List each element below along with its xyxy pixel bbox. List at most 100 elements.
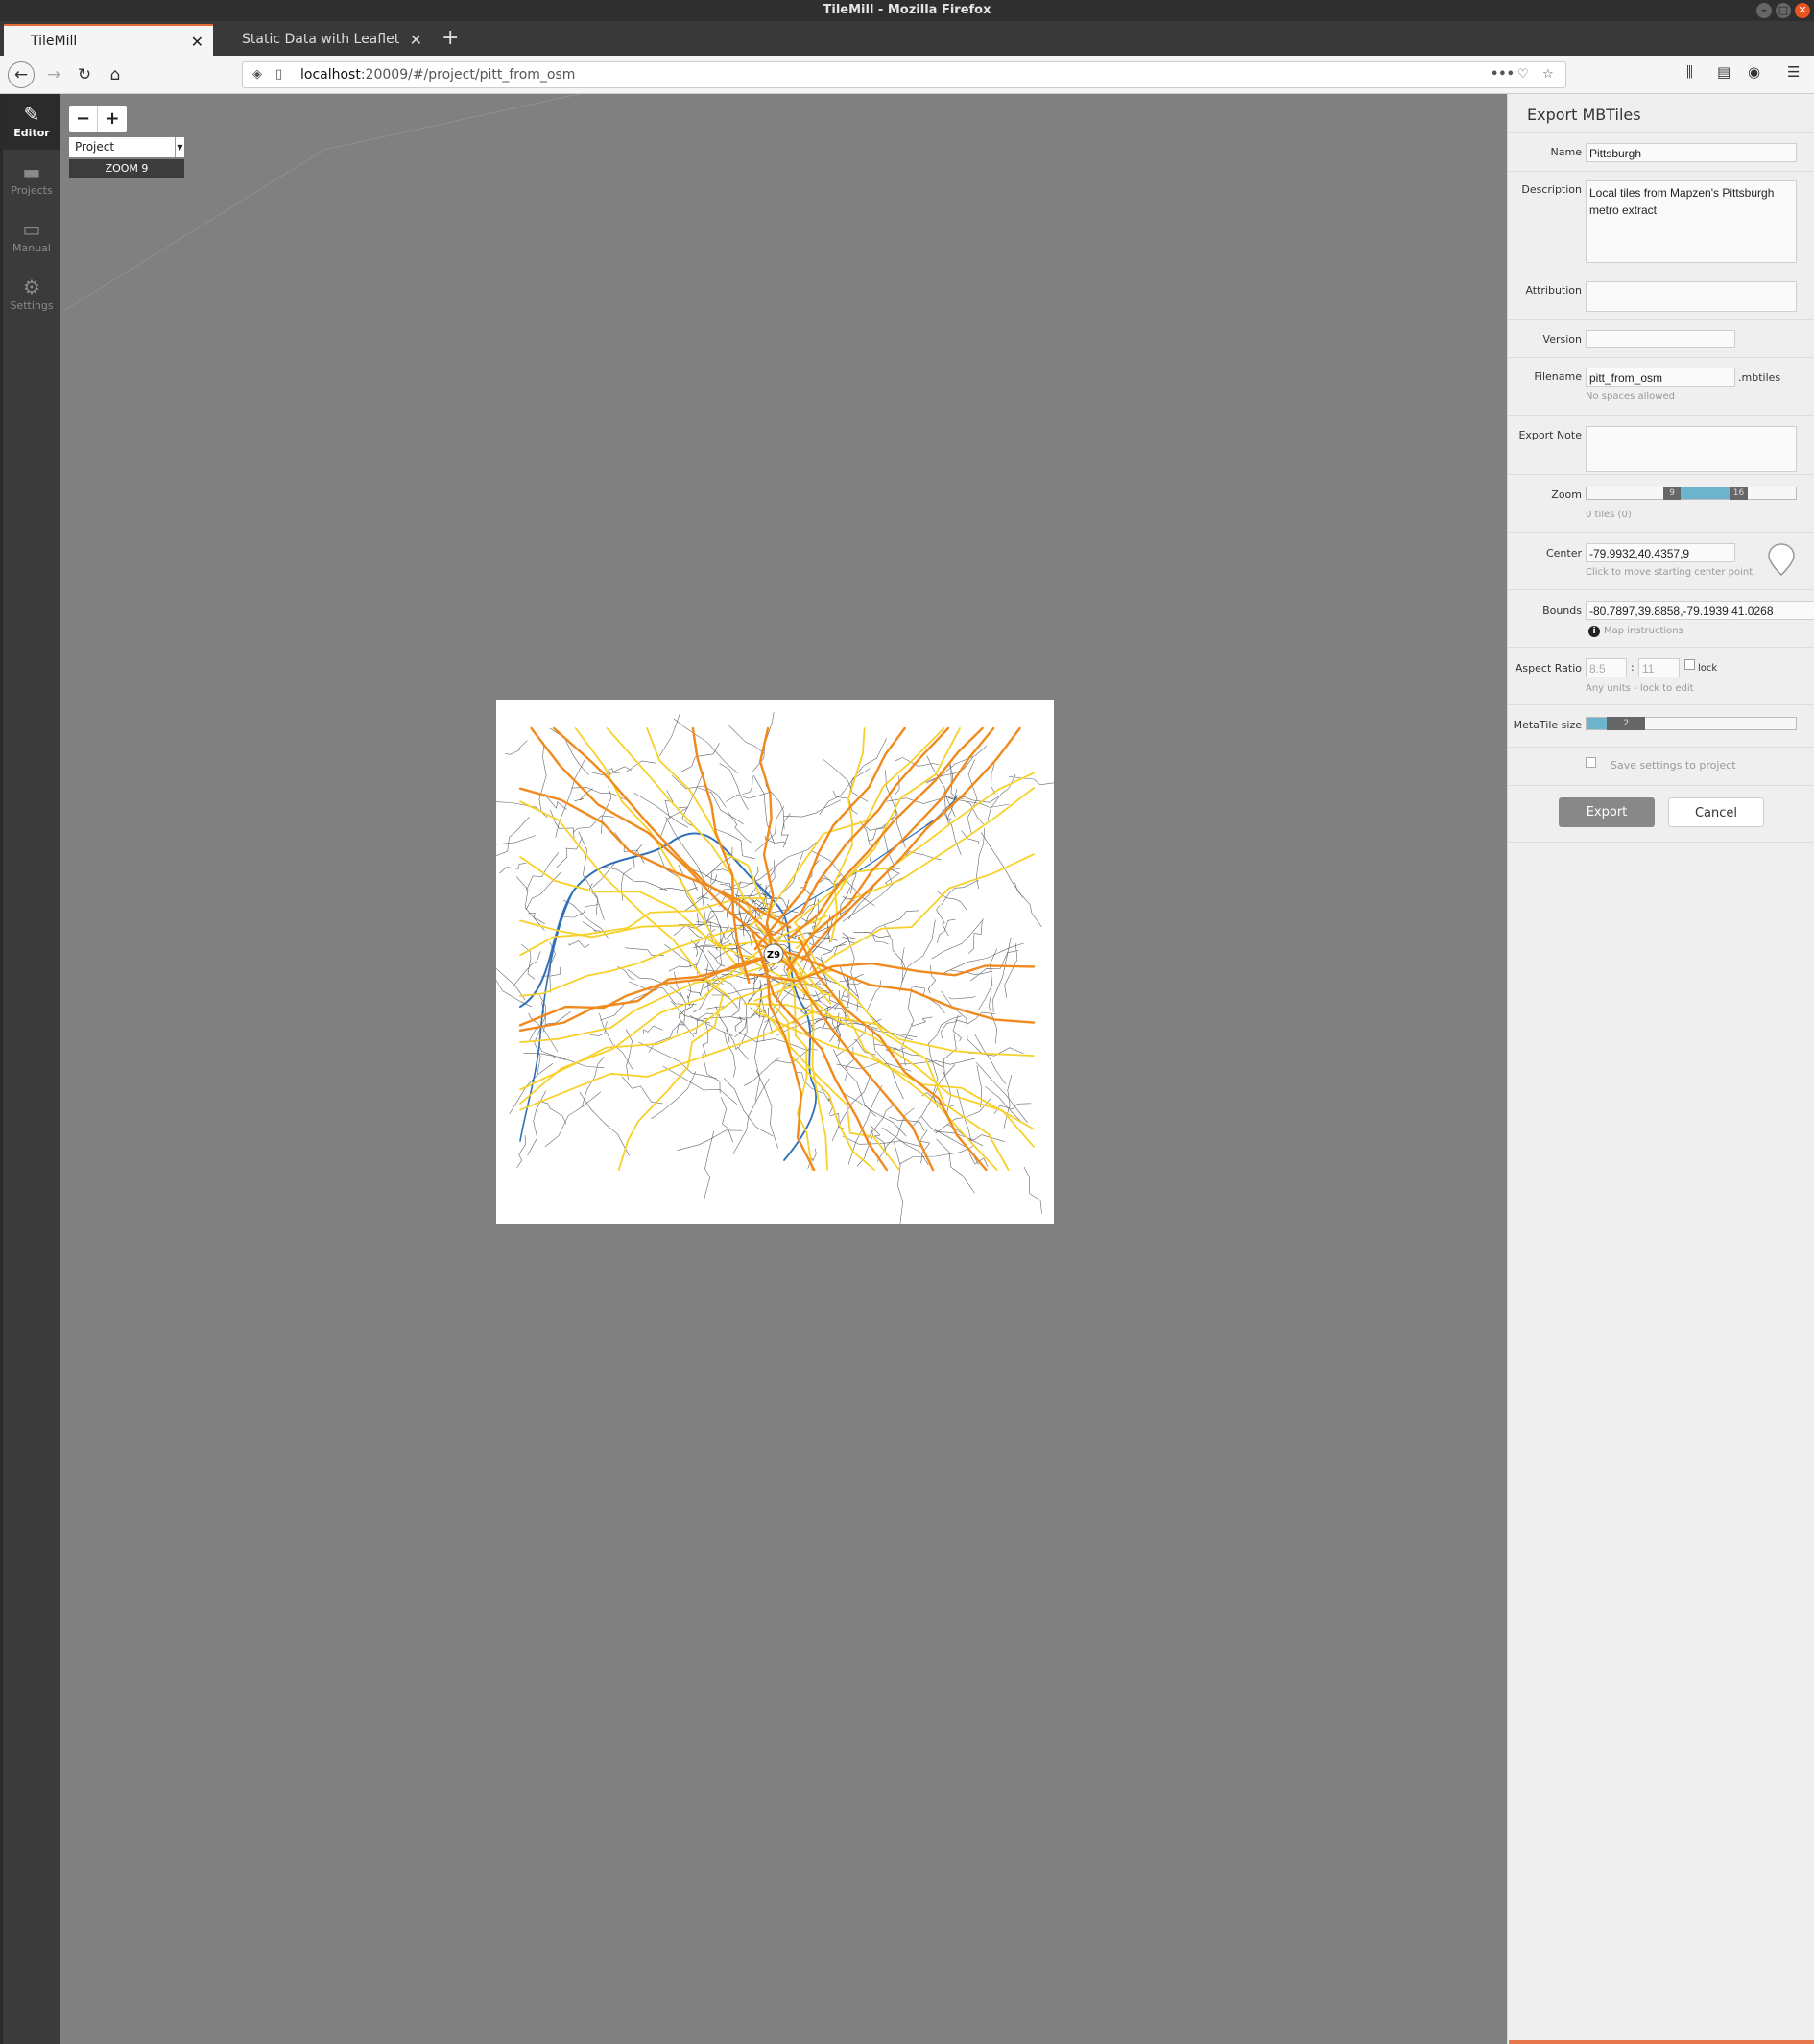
minor-road xyxy=(901,986,915,1066)
description-line: metro extract xyxy=(1589,203,1658,217)
menu-icon[interactable]: ☰ xyxy=(1787,63,1800,81)
bookmark-star-icon[interactable]: ☆ xyxy=(1542,62,1554,87)
tab-static-data[interactable]: Static Data with Leaflet ✕ xyxy=(215,24,432,56)
bounds-input[interactable]: -80.7897,39.8858,-79.1939,41.0268 xyxy=(1586,601,1814,620)
url-bar[interactable]: ◈ ▯ localhost:20009/#/project/pitt_from_… xyxy=(242,61,1566,88)
lock-label: lock xyxy=(1698,663,1718,674)
library-icon[interactable]: ⫼ xyxy=(1686,63,1693,81)
lock-checkbox[interactable] xyxy=(1684,659,1695,670)
url-text[interactable]: localhost:20009/#/project/pitt_from_osm xyxy=(300,62,575,87)
tab-label: Static Data with Leaflet xyxy=(242,32,400,47)
minor-road xyxy=(528,913,545,925)
row-name: Name Pittsburgh xyxy=(1508,132,1814,171)
zoom-out-button[interactable]: − xyxy=(69,106,98,132)
primary-road xyxy=(519,915,827,1105)
new-tab-icon[interactable]: + xyxy=(442,21,459,56)
project-select[interactable]: Project ▼ xyxy=(69,137,184,157)
center-marker[interactable]: Z9 xyxy=(763,943,784,964)
more-actions-icon[interactable]: ••• xyxy=(1491,62,1515,87)
tab-label: TileMill xyxy=(31,34,78,49)
map-pin-icon[interactable] xyxy=(1767,542,1796,577)
sidebar-item-editor[interactable]: ✎ Editor xyxy=(3,94,60,150)
chevron-down-icon: ▼ xyxy=(175,137,184,157)
close-tab-icon[interactable]: ✕ xyxy=(410,24,422,56)
maximize-icon[interactable]: □ xyxy=(1776,3,1791,18)
minor-road xyxy=(727,899,732,918)
zoom-control: − + xyxy=(69,106,127,132)
forward-arrow-icon[interactable]: → xyxy=(42,63,65,86)
metatile-handle[interactable]: 2 xyxy=(1607,717,1646,730)
minor-road xyxy=(884,835,895,884)
zoom-max-handle[interactable]: 16 xyxy=(1730,487,1748,500)
minor-road xyxy=(724,882,733,892)
minor-road xyxy=(877,1107,915,1162)
minor-road xyxy=(492,817,530,858)
minor-road xyxy=(702,1053,721,1094)
minor-road xyxy=(911,1016,933,1027)
minor-road xyxy=(719,763,749,810)
description-textarea[interactable]: Local tiles from Mapzen's Pittsburgh met… xyxy=(1586,180,1797,263)
minor-road xyxy=(579,1092,630,1156)
sidebar-item-label: Settings xyxy=(10,299,54,312)
minor-road xyxy=(931,918,984,960)
minor-road xyxy=(966,801,984,825)
minor-road xyxy=(702,1020,709,1057)
filename-input[interactable]: pitt_from_osm xyxy=(1586,368,1735,387)
minor-road xyxy=(1014,882,1042,927)
aspect-width-input[interactable]: 8.5 xyxy=(1586,658,1627,677)
book-icon: ▭ xyxy=(22,218,41,241)
minor-road xyxy=(783,799,842,818)
zoom-min-handle[interactable]: 9 xyxy=(1663,487,1682,500)
minor-road xyxy=(894,1142,904,1226)
map-preview[interactable]: Z9 xyxy=(452,700,1057,1226)
sidebar-toggle-icon[interactable]: ▤ xyxy=(1717,63,1730,81)
minor-road xyxy=(961,830,980,844)
primary-road xyxy=(617,994,724,1171)
minor-road xyxy=(768,842,817,880)
minor-road xyxy=(651,1071,697,1119)
aspect-height-input[interactable]: 11 xyxy=(1638,658,1680,677)
minor-road xyxy=(976,1065,982,1107)
tab-tilemill[interactable]: TileMill ✕ xyxy=(4,24,213,56)
cancel-button[interactable]: Cancel xyxy=(1668,797,1764,827)
pocket-icon[interactable]: ♡ xyxy=(1517,62,1529,87)
row-center: Center -79.9932,40.4357,9 Click to move … xyxy=(1508,532,1814,589)
minor-road xyxy=(728,812,752,844)
back-arrow-icon[interactable]: ← xyxy=(8,61,35,88)
minimize-icon[interactable]: – xyxy=(1756,3,1772,18)
row-zoom: Zoom 9 16 0 tiles (0) xyxy=(1508,474,1814,532)
metatile-label: MetaTile size xyxy=(1513,719,1582,731)
version-input[interactable] xyxy=(1586,330,1735,348)
minor-road xyxy=(724,1031,736,1078)
zoom-label: Zoom xyxy=(1551,488,1582,501)
attribution-textarea[interactable] xyxy=(1586,281,1797,312)
minor-road xyxy=(638,1041,717,1079)
save-settings-checkbox[interactable] xyxy=(1586,757,1596,768)
aspect-ratio-note: Any units - lock to edit xyxy=(1586,683,1694,694)
minor-road xyxy=(538,742,547,813)
export-note-textarea[interactable] xyxy=(1586,426,1797,472)
zoom-in-button[interactable]: + xyxy=(98,106,127,132)
folder-icon: ▬ xyxy=(22,160,41,183)
minor-road xyxy=(948,995,976,1000)
road-network-map[interactable]: Z9 xyxy=(452,700,1057,1226)
app-sidebar: ✎ Editor ▬ Projects ▭ Manual ⚙ Settings xyxy=(0,94,60,2044)
home-icon[interactable]: ⌂ xyxy=(104,63,127,86)
close-window-icon[interactable]: ✕ xyxy=(1795,3,1810,18)
shield-icon[interactable]: ◈ xyxy=(252,62,262,87)
name-input[interactable]: Pittsburgh xyxy=(1586,143,1797,162)
name-label: Name xyxy=(1550,146,1582,158)
center-input[interactable]: -79.9932,40.4357,9 xyxy=(1586,543,1735,562)
reload-icon[interactable]: ↻ xyxy=(73,63,96,86)
close-tab-icon[interactable]: ✕ xyxy=(191,26,203,58)
sidebar-item-projects[interactable]: ▬ Projects xyxy=(3,152,60,207)
metatile-slider[interactable]: 2 xyxy=(1586,717,1797,730)
panel-accent-bar xyxy=(1509,2040,1814,2044)
export-button[interactable]: Export xyxy=(1559,797,1655,827)
sidebar-item-manual[interactable]: ▭ Manual xyxy=(3,209,60,265)
row-aspect-ratio: Aspect Ratio 8.5 : 11 lock Any units - l… xyxy=(1508,647,1814,704)
zoom-range-slider[interactable]: 9 16 xyxy=(1586,487,1797,500)
zoom-tile-count: 0 tiles (0) xyxy=(1586,510,1632,520)
sidebar-item-settings[interactable]: ⚙ Settings xyxy=(3,267,60,322)
account-icon[interactable]: ◉ xyxy=(1748,63,1760,81)
